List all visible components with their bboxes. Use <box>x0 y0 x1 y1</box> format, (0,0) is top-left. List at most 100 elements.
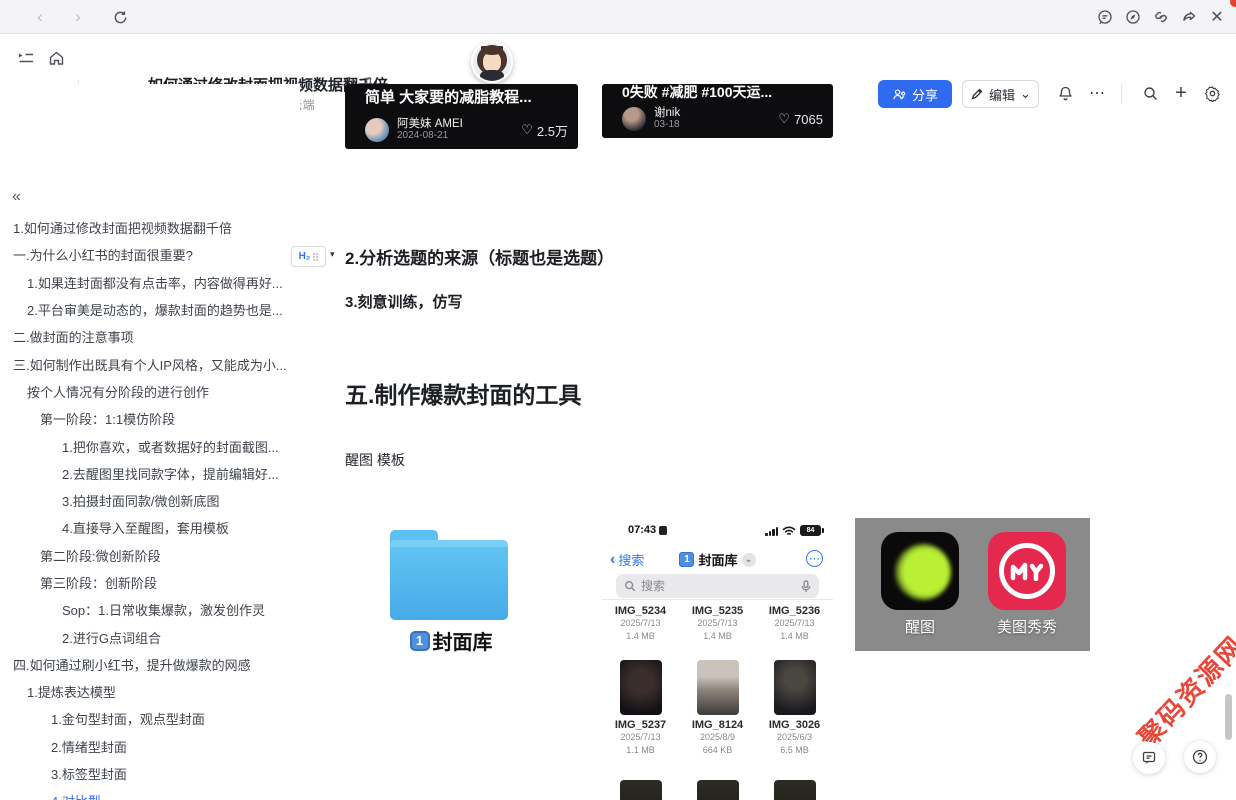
heading-level-chip[interactable]: H₂ <box>291 246 326 267</box>
reload-icon[interactable] <box>108 5 132 29</box>
outline-item[interactable]: 1.提炼表达模型 <box>0 678 300 705</box>
outline-item[interactable]: 4.直接导入至醒图，套用模板 <box>0 514 300 541</box>
outline-item-label: 3.标签型封面 <box>51 764 127 783</box>
drag-handle-icon[interactable] <box>313 253 318 261</box>
cover-card-title: 简单 大家要的减脂教程... <box>365 86 578 107</box>
outline-item[interactable]: 3.拍摄封面同款/微创新底图 <box>0 487 300 514</box>
file-item[interactable] <box>759 780 831 800</box>
scrollbar-thumb[interactable] <box>1225 694 1232 740</box>
watermark-text: 聚码资源网 <box>1115 612 1236 769</box>
outline-item[interactable]: 二.做封面的注意事项 <box>0 323 300 350</box>
file-date: 2025/8/9 <box>682 731 754 744</box>
file-item[interactable]: IMG_5235 2025/7/13 1.4 MB <box>682 605 754 643</box>
phone-search-input[interactable] <box>641 579 796 593</box>
app-icons-image: 醒图 美图秀秀 <box>855 518 1090 651</box>
outline-item[interactable]: 2.平台审美是动态的，爆款封面的趋势也是... <box>0 296 300 323</box>
outline-item[interactable]: 1.金句型封面，观点型封面 <box>0 705 300 732</box>
meitu-app-label: 美图秀秀 <box>967 616 1087 637</box>
edit-button[interactable]: 编辑 ⌄ <box>962 80 1039 108</box>
file-item[interactable]: IMG_8124 2025/8/9 664 KB <box>682 660 754 757</box>
folder-image[interactable]: 1 封面库 <box>376 522 526 662</box>
file-item[interactable]: IMG_3026 2025/6/3 6.5 MB <box>759 660 831 757</box>
file-size: 664 KB <box>682 744 754 757</box>
toolbar-divider-2 <box>1121 84 1122 104</box>
outline-item[interactable]: 1.把你喜欢，或者数据好的封面截图... <box>0 432 300 459</box>
phone-status-bar: 07:43 84 <box>602 524 833 538</box>
share-window-icon[interactable] <box>1178 6 1200 28</box>
outline-item[interactable]: 按个人情况有分阶段的进行创作 <box>0 378 300 405</box>
outline-item-label: 3.拍摄封面同款/微创新底图 <box>62 491 219 510</box>
file-date: 2025/7/13 <box>605 731 677 744</box>
edit-chevron-icon: ⌄ <box>1020 86 1031 102</box>
outline-item[interactable]: 第三阶段：创新阶段 <box>0 569 300 596</box>
outline-item[interactable]: 三.如何制作出既具有个人IP风格，又能成为小... <box>0 350 300 377</box>
keycap-1-icon: 1 <box>410 631 430 651</box>
edit-button-label: 编辑 <box>989 85 1015 104</box>
cover-card-2[interactable]: 0失败 #减肥 #100天运... 谢nik 03-18 ♡ 7065 <box>602 84 833 138</box>
file-row-2: IMG_5237 2025/7/13 1.1 MB IMG_8124 2025/… <box>602 660 833 757</box>
file-item[interactable]: IMG_5234 2025/7/13 1.4 MB <box>605 605 677 643</box>
outline-item[interactable]: 1.如何通过修改封面把视频数据翻千倍 <box>0 214 300 241</box>
home-icon[interactable] <box>44 46 68 70</box>
close-icon[interactable]: ✕ <box>1206 6 1228 28</box>
outline-item[interactable]: 一.为什么小红书的封面很重要? <box>0 241 300 268</box>
folder-label: 1 封面库 <box>376 626 526 655</box>
heart-icon: ♡ <box>521 122 533 138</box>
phone-folder-title[interactable]: 1 封面库 ⌄ <box>602 550 833 569</box>
phone-search-bar[interactable] <box>616 574 819 598</box>
meitu-app-icon[interactable] <box>988 532 1066 610</box>
outline-item[interactable]: 四.如何通过刷小红书，提升做爆款的网感 <box>0 651 300 678</box>
outline-list: 1.如何通过修改封面把视频数据翻千倍 一.为什么小红书的封面很重要? 1.如果连… <box>0 214 300 800</box>
user-avatar[interactable] <box>471 41 513 83</box>
settings-gear-icon[interactable] <box>1200 81 1224 105</box>
outline-item[interactable]: 3.标签型封面 <box>0 760 300 787</box>
search-icon <box>624 580 636 592</box>
help-button[interactable] <box>1184 741 1216 773</box>
heading-h1[interactable]: 五.制作爆款封面的工具 <box>345 376 581 410</box>
file-name: IMG_5235 <box>682 605 754 617</box>
outline-item-label: 1.如果连封面都没有点击率，内容做得再好... <box>27 273 283 292</box>
file-thumbnail <box>620 780 662 800</box>
outline-item[interactable]: 第二阶段:微创新阶段 <box>0 542 300 569</box>
file-item[interactable]: IMG_5237 2025/7/13 1.1 MB <box>605 660 677 757</box>
outline-item-label: 4.对比型 <box>51 791 101 800</box>
search-icon[interactable] <box>1138 81 1162 105</box>
outline-item[interactable]: 第一阶段：1:1模仿阶段 <box>0 405 300 432</box>
outline-item-label: 第三阶段：创新阶段 <box>40 573 157 592</box>
outline-item[interactable]: 2.情绪型封面 <box>0 733 300 760</box>
browser-icon[interactable] <box>1122 6 1144 28</box>
phone-more-button[interactable]: ⋯ <box>806 550 823 567</box>
cover-card-title: 0失败 #减肥 #100天运... <box>622 84 833 102</box>
outline-item-active[interactable]: 4.对比型 <box>0 787 300 800</box>
share-button[interactable]: 分享 <box>878 80 952 108</box>
h2-chip-label: H₂ <box>299 251 311 262</box>
outline-item-label: 三.如何制作出既具有个人IP风格，又能成为小... <box>13 355 287 374</box>
xingtu-app-icon[interactable] <box>881 532 959 610</box>
outline-item[interactable]: 1.如果连封面都没有点击率，内容做得再好... <box>0 269 300 296</box>
outline-item[interactable]: 2.去醒图里找同款字体，提前编辑好... <box>0 460 300 487</box>
file-item[interactable] <box>605 780 677 800</box>
file-item[interactable]: IMG_5236 2025/7/13 1.4 MB <box>759 605 831 643</box>
back-icon[interactable]: ‹ <box>28 5 52 29</box>
heading-h3[interactable]: 3.刻意训练，仿写 <box>345 291 463 312</box>
new-doc-plus-icon[interactable]: + <box>1169 81 1193 105</box>
forward-icon[interactable]: › <box>66 5 90 29</box>
heading-h2[interactable]: 2.分析选题的来源（标题也是选题） <box>345 244 614 269</box>
paragraph-text[interactable]: 醒图 模板 <box>345 450 405 470</box>
collapse-sidebar-icon[interactable]: « <box>12 188 19 206</box>
cover-card-likes: 7065 <box>794 112 823 127</box>
outline-item[interactable]: Sop：1.日常收集爆款，激发创作灵 <box>0 596 300 623</box>
cover-card-1[interactable]: 简单 大家要的减脂教程... 阿美妹 AMEI 2024-08-21 ♡ 2.5… <box>345 84 578 149</box>
outline-item[interactable]: 2.进行G点词组合 <box>0 623 300 650</box>
comments-icon[interactable] <box>1094 6 1116 28</box>
folder-label-text: 封面库 <box>433 626 493 655</box>
avatar-body <box>480 70 504 83</box>
collapse-caret-icon[interactable]: ▾ <box>330 249 335 260</box>
outline-toggle-icon[interactable] <box>14 46 38 70</box>
phone-screenshot-image: 07:43 84 ‹ 搜索 1 封面库 ⌄ <box>602 518 833 800</box>
copy-link-icon[interactable] <box>1150 6 1172 28</box>
notifications-bell-icon[interactable] <box>1053 81 1077 105</box>
file-item[interactable] <box>682 780 754 800</box>
more-options-icon[interactable]: ⋯ <box>1085 81 1109 105</box>
feedback-button[interactable] <box>1133 742 1165 774</box>
